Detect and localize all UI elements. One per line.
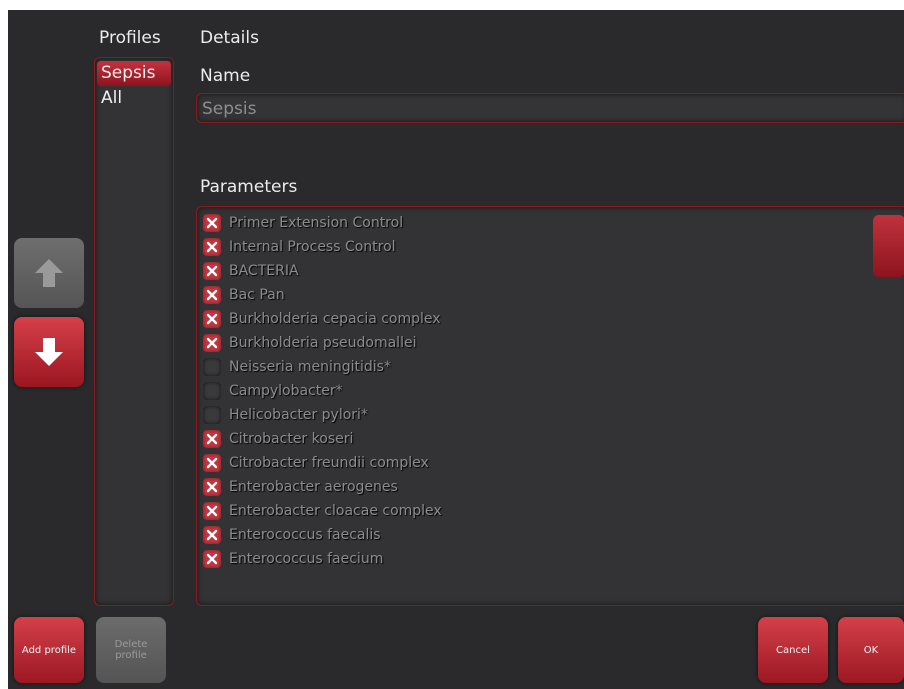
parameter-checkbox[interactable] <box>203 550 221 568</box>
parameter-row[interactable]: Enterococcus faecalis <box>203 523 853 547</box>
parameter-label: Helicobacter pylori* <box>229 407 368 423</box>
parameter-row[interactable]: Enterobacter cloacae complex <box>203 499 853 523</box>
parameter-checkbox[interactable] <box>203 262 221 280</box>
move-up-button[interactable] <box>14 238 84 308</box>
parameter-checkbox[interactable] <box>203 382 221 400</box>
parameter-label: BACTERIA <box>229 263 299 279</box>
arrow-down-icon <box>35 338 63 366</box>
parameter-label: Primer Extension Control <box>229 215 404 231</box>
profiles-list[interactable]: Sepsis All <box>94 57 174 606</box>
parameter-label: Enterococcus faecalis <box>229 527 381 543</box>
parameter-checkbox[interactable] <box>203 334 221 352</box>
parameter-label: Neisseria meningitidis* <box>229 359 391 375</box>
profile-item-sepsis[interactable]: Sepsis <box>97 61 171 86</box>
parameters-label: Parameters <box>200 177 298 197</box>
move-down-button[interactable] <box>14 317 84 387</box>
parameter-row[interactable]: Campylobacter* <box>203 379 853 403</box>
parameters-scrollbar-thumb[interactable] <box>873 215 904 277</box>
delete-profile-button[interactable]: Delete profile <box>96 617 166 683</box>
ok-button[interactable]: OK <box>838 617 904 683</box>
parameter-label: Citrobacter freundii complex <box>229 455 429 471</box>
parameter-row[interactable]: Helicobacter pylori* <box>203 403 853 427</box>
parameter-row[interactable]: Neisseria meningitidis* <box>203 355 853 379</box>
parameter-checkbox[interactable] <box>203 214 221 232</box>
parameter-checkbox[interactable] <box>203 358 221 376</box>
x-mark-icon <box>206 313 218 325</box>
name-input[interactable]: Sepsis <box>196 93 904 123</box>
profiles-header: Profiles <box>99 28 161 48</box>
parameter-label: Enterobacter aerogenes <box>229 479 398 495</box>
profile-item-all[interactable]: All <box>97 86 171 111</box>
x-mark-icon <box>206 457 218 469</box>
parameter-checkbox[interactable] <box>203 454 221 472</box>
parameters-list[interactable]: Primer Extension Control Internal Process… <box>196 206 904 606</box>
parameter-checkbox[interactable] <box>203 478 221 496</box>
parameter-label: Citrobacter koseri <box>229 431 354 447</box>
parameter-checkbox[interactable] <box>203 526 221 544</box>
parameter-label: Campylobacter* <box>229 383 343 399</box>
x-mark-icon <box>206 433 218 445</box>
parameter-label: Internal Process Control <box>229 239 396 255</box>
x-mark-icon <box>206 337 218 349</box>
parameter-label: Enterobacter cloacae complex <box>229 503 442 519</box>
x-mark-icon <box>206 481 218 493</box>
x-mark-icon <box>206 241 218 253</box>
parameter-checkbox[interactable] <box>203 310 221 328</box>
parameter-checkbox[interactable] <box>203 502 221 520</box>
parameter-row[interactable]: Burkholderia pseudomallei <box>203 331 853 355</box>
parameter-row[interactable]: Citrobacter koseri <box>203 427 853 451</box>
parameter-row[interactable]: Internal Process Control <box>203 235 853 259</box>
parameter-label: Burkholderia cepacia complex <box>229 311 441 327</box>
x-mark-icon <box>206 529 218 541</box>
parameter-row[interactable]: Bac Pan <box>203 283 853 307</box>
parameter-row[interactable]: Citrobacter freundii complex <box>203 451 853 475</box>
parameter-checkbox[interactable] <box>203 286 221 304</box>
parameter-label: Bac Pan <box>229 287 285 303</box>
parameter-row[interactable]: Enterococcus faecium <box>203 547 853 571</box>
arrow-up-icon <box>35 259 63 287</box>
parameter-checkbox[interactable] <box>203 430 221 448</box>
x-mark-icon <box>206 505 218 517</box>
name-label: Name <box>200 66 251 86</box>
x-mark-icon <box>206 289 218 301</box>
x-mark-icon <box>206 553 218 565</box>
parameter-row[interactable]: BACTERIA <box>203 259 853 283</box>
profile-editor-window: Profiles Details Sepsis All Name Sepsis P… <box>8 10 904 689</box>
add-profile-button[interactable]: Add profile <box>14 617 84 683</box>
x-mark-icon <box>206 217 218 229</box>
x-mark-icon <box>206 265 218 277</box>
parameter-row[interactable]: Primer Extension Control <box>203 211 853 235</box>
parameter-label: Enterococcus faecium <box>229 551 384 567</box>
cancel-button[interactable]: Cancel <box>758 617 828 683</box>
details-header: Details <box>200 28 259 48</box>
parameter-row[interactable]: Burkholderia cepacia complex <box>203 307 853 331</box>
parameter-checkbox[interactable] <box>203 406 221 424</box>
parameter-row[interactable]: Enterobacter aerogenes <box>203 475 853 499</box>
parameter-checkbox[interactable] <box>203 238 221 256</box>
parameter-label: Burkholderia pseudomallei <box>229 335 417 351</box>
